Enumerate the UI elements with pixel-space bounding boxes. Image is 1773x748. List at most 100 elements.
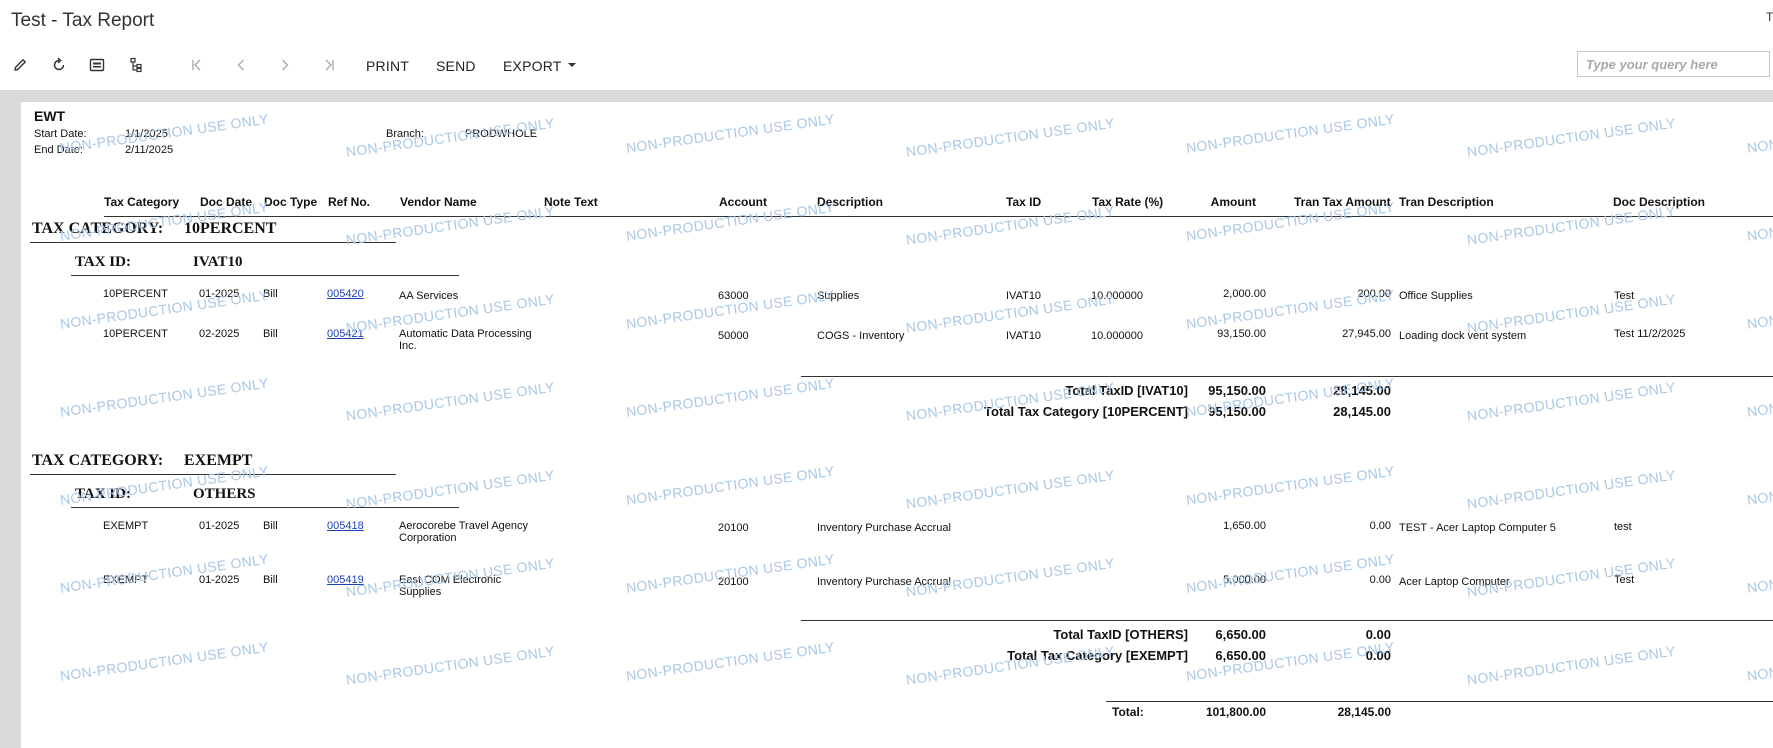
taxid-total-amount: 95,150.00 <box>1208 383 1266 398</box>
next-page-icon[interactable] <box>275 55 295 75</box>
previous-page-icon[interactable] <box>231 55 251 75</box>
cell-tran-description: Acer Laptop Computer <box>1399 576 1510 588</box>
cell-account: 63000 <box>718 290 749 302</box>
watermark-text: NON-PRODUCTION USE ONLY <box>905 202 1116 248</box>
keyboard-icon[interactable] <box>87 55 107 75</box>
cell-doc-description: Test <box>1614 290 1635 302</box>
cell-doc-type: Bill <box>263 520 278 532</box>
category-total-amount: 6,650.00 <box>1215 648 1266 663</box>
cell-account: 20100 <box>718 576 749 588</box>
col-note-text: Note Text <box>544 195 598 209</box>
refresh-icon[interactable] <box>49 55 69 75</box>
ref-no-link[interactable]: 005421 <box>327 328 364 340</box>
last-page-icon[interactable] <box>319 55 339 75</box>
watermark-text: NON-PRODUCTION USE ONLY <box>1746 287 1773 332</box>
category-total-amount: 95,150.00 <box>1208 404 1266 419</box>
cell-tran-tax-amount: 27,945.00 <box>1342 328 1391 340</box>
cell-tax-rate: 10.000000 <box>1091 290 1143 302</box>
col-amount: Amount <box>1210 195 1256 209</box>
category-total-label: Total Tax Category [10PERCENT] <box>984 404 1188 419</box>
watermark-text: NON-PRODUCTION USE ONLY <box>1185 462 1396 508</box>
cell-doc-date: 01-2025 <box>199 288 240 300</box>
watermark-text: NON-PRODUCTION USE ONLY <box>1185 110 1396 156</box>
cell-amount: 2,000.00 <box>1223 288 1266 300</box>
toolbar: PRINT SEND EXPORT <box>0 48 1773 82</box>
subtotal-divider <box>801 376 1773 377</box>
export-label: EXPORT <box>503 58 562 74</box>
ref-no-link[interactable]: 005419 <box>327 574 364 586</box>
cell-tax-id: IVAT10 <box>1006 290 1042 302</box>
cell-description: Inventory Purchase Accrual <box>817 522 951 534</box>
cell-amount: 5,000.00 <box>1223 574 1266 586</box>
group-category-underline <box>30 474 396 475</box>
watermark-text: NON-PRODUCTION USE ONLY <box>1466 202 1677 248</box>
watermark-text: NON-PRODUCTION USE ONLY <box>625 550 836 596</box>
subtotal-divider <box>801 620 1773 621</box>
branch-value: PRODWHOLE <box>465 128 538 140</box>
cell-vendor-name: AA Services <box>399 290 459 302</box>
pencil-icon[interactable] <box>10 55 30 75</box>
cell-tax-rate: 10.000000 <box>1091 330 1143 342</box>
cell-description: Inventory Purchase Accrual <box>817 576 951 588</box>
col-tran-description: Tran Description <box>1399 195 1494 209</box>
grand-total-tax: 28,145.00 <box>1337 705 1391 719</box>
first-page-icon[interactable] <box>187 55 207 75</box>
cell-tax-category: 10PERCENT <box>103 328 168 340</box>
start-date-label: Start Date: <box>34 128 87 140</box>
export-button[interactable]: EXPORT <box>503 58 576 74</box>
col-tax-category: Tax Category <box>104 195 180 209</box>
page-title: Test - Tax Report <box>11 10 155 31</box>
search-input[interactable] <box>1577 51 1770 77</box>
category-total-label: Total Tax Category [EXEMPT] <box>1007 648 1188 663</box>
category-total-tax: 28,145.00 <box>1333 404 1391 419</box>
watermark-text: NON-PRODUCTION USE ONLY <box>1746 375 1773 420</box>
cell-vendor-name-line2: Supplies <box>399 586 442 598</box>
watermark-text: NON-PRODUCTION USE ONLY <box>345 642 556 688</box>
cell-vendor-name: Automatic Data Processing <box>399 328 532 340</box>
cell-doc-date: 01-2025 <box>199 574 240 586</box>
cell-amount: 93,150.00 <box>1217 328 1266 340</box>
report-name: EWT <box>34 108 66 124</box>
col-ref-no: Ref No. <box>328 195 370 209</box>
watermark-text: NON-PRODUCTION USE ONLY <box>1746 551 1773 596</box>
cell-doc-date: 01-2025 <box>199 520 240 532</box>
watermark-text: NON-PRODUCTION USE ONLY <box>59 638 270 684</box>
cell-tran-description: Office Supplies <box>1399 290 1473 302</box>
taxid-total-tax: 0.00 <box>1365 627 1391 642</box>
cell-tax-category: EXEMPT <box>103 520 149 532</box>
cell-tax-category: EXEMPT <box>103 574 149 586</box>
group-taxid-underline <box>71 275 459 276</box>
group-taxid-value: IVAT10 <box>193 254 243 270</box>
group-taxid-label: TAX ID: <box>75 254 131 270</box>
taxid-total-tax: 28,145.00 <box>1333 383 1391 398</box>
cell-doc-description: Test 11/2/2025 <box>1614 328 1686 340</box>
col-description: Description <box>817 195 884 209</box>
col-doc-date: Doc Date <box>200 195 253 209</box>
group-category-label: TAX CATEGORY: <box>32 220 164 237</box>
cell-tax-id: IVAT10 <box>1006 330 1042 342</box>
group-category-value: EXEMPT <box>184 452 253 469</box>
ref-no-link[interactable]: 005420 <box>327 288 364 300</box>
tree-icon[interactable] <box>126 55 146 75</box>
corner-text: T <box>1766 10 1773 24</box>
ref-no-link[interactable]: 005418 <box>327 520 364 532</box>
category-total-tax: 0.00 <box>1365 648 1391 663</box>
grand-total-divider <box>1106 701 1773 702</box>
watermark-text: NON-PRODUCTION USE ONLY <box>1466 114 1677 160</box>
cell-doc-type: Bill <box>263 328 278 340</box>
cell-vendor-name-line2: Corporation <box>399 532 457 544</box>
cell-tran-description: Loading dock vent system <box>1399 330 1527 342</box>
cell-vendor-name-line2: Inc. <box>399 340 417 352</box>
column-header-divider <box>104 216 1773 217</box>
taxid-total-label: Total TaxID [OTHERS] <box>1053 627 1188 642</box>
col-tran-tax-amount: Tran Tax Amount <box>1294 195 1391 209</box>
watermark-text: NON-PRODUCTION USE ONLY <box>1466 378 1677 424</box>
col-account: Account <box>719 195 767 209</box>
watermark-text: NON-PRODUCTION USE ONLY <box>625 462 836 508</box>
cell-tran-description: TEST - Acer Laptop Computer 5 <box>1399 522 1556 534</box>
watermark-text: NON-PRODUCTION USE ONLY <box>905 466 1116 512</box>
print-button[interactable]: PRINT <box>366 58 409 74</box>
grand-total-amount: 101,800.00 <box>1205 705 1266 719</box>
cell-doc-type: Bill <box>263 574 278 586</box>
send-button[interactable]: SEND <box>436 58 476 74</box>
